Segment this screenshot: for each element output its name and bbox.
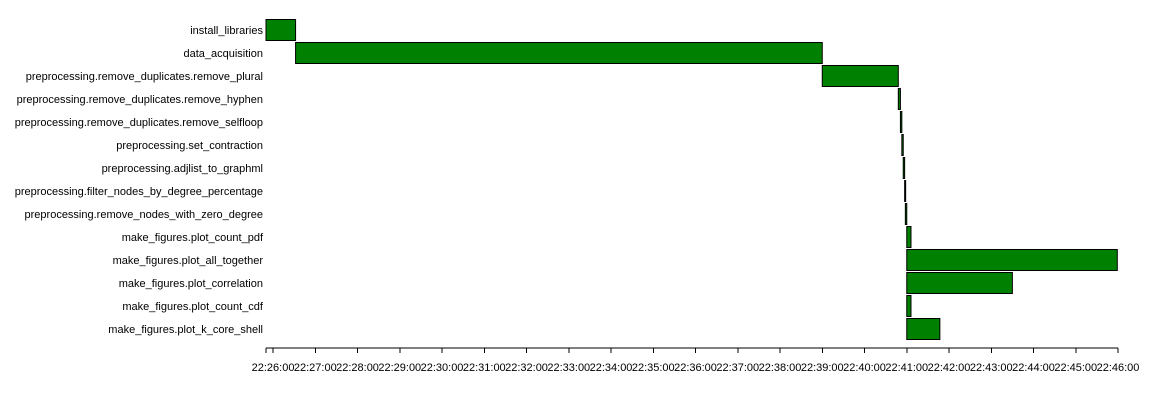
task-label: preprocessing.adjlist_to_graphml xyxy=(102,163,263,175)
task-bar xyxy=(906,272,1013,294)
x-axis-tick-label: 22:37:00 xyxy=(716,362,759,374)
x-axis-tick-label: 22:38:00 xyxy=(759,362,802,374)
task-label: preprocessing.remove_duplicates.remove_h… xyxy=(17,94,263,106)
x-axis-tick-label: 22:43:00 xyxy=(970,362,1013,374)
task-label: preprocessing.filter_nodes_by_degree_per… xyxy=(15,186,263,198)
x-axis-tick-label: 22:27:00 xyxy=(294,362,337,374)
x-axis-tick-label: 22:33:00 xyxy=(547,362,590,374)
x-axis-tick-label: 22:29:00 xyxy=(378,362,421,374)
x-axis-tick-label: 22:32:00 xyxy=(505,362,548,374)
x-axis-tick-label: 22:28:00 xyxy=(336,362,379,374)
x-axis: 22:26:00 22:27:00 22:28:00 22:29:00 22:30:00… xyxy=(252,347,1140,374)
x-axis-tick-label: 22:31:00 xyxy=(463,362,506,374)
task-bars xyxy=(265,19,1118,340)
task-bar xyxy=(906,249,1118,271)
x-axis-tick-label: 22:45:00 xyxy=(1054,362,1097,374)
task-bar xyxy=(295,42,823,64)
task-label: preprocessing.remove_duplicates.remove_s… xyxy=(15,117,263,129)
task-bar xyxy=(265,19,297,41)
task-bar xyxy=(904,180,907,202)
task-bar xyxy=(904,203,908,225)
task-bar xyxy=(897,88,901,110)
task-label: make_figures.plot_correlation xyxy=(119,278,263,290)
task-bar xyxy=(821,65,899,87)
task-bar xyxy=(901,134,904,156)
task-label: preprocessing.set_contraction xyxy=(116,140,263,152)
task-label: make_figures.plot_count_cdf xyxy=(122,301,264,313)
task-label: data_acquisition xyxy=(183,48,263,60)
task-label: preprocessing.remove_nodes_with_zero_deg… xyxy=(25,209,263,221)
x-axis-tick-label: 22:30:00 xyxy=(421,362,464,374)
x-axis-tick-label: 22:39:00 xyxy=(801,362,844,374)
x-axis-tick-label: 22:26:00 xyxy=(252,362,295,374)
task-label: make_figures.plot_all_together xyxy=(113,255,264,267)
x-axis-tick-label: 22:36:00 xyxy=(674,362,717,374)
x-axis-tick-label: 22:46:00 xyxy=(1097,362,1140,374)
task-bar xyxy=(899,111,903,133)
task-label: preprocessing.remove_duplicates.remove_p… xyxy=(26,71,263,83)
task-bar xyxy=(906,226,912,248)
task-labels: install_libraries data_acquisitionpreproc… xyxy=(15,25,264,336)
x-axis-tick-label: 22:40:00 xyxy=(843,362,886,374)
x-axis-tick-label: 22:41:00 xyxy=(885,362,928,374)
task-bar xyxy=(906,295,912,317)
task-bar xyxy=(906,318,941,340)
x-axis-tick-label: 22:35:00 xyxy=(632,362,675,374)
task-label: make_figures.plot_k_core_shell xyxy=(108,324,263,336)
x-axis-tick-label: 22:44:00 xyxy=(1012,362,1055,374)
task-label: install_libraries xyxy=(190,25,263,37)
task-bar xyxy=(902,157,906,179)
task-label: make_figures.plot_count_pdf xyxy=(122,232,264,244)
x-axis-tick-label: 22:42:00 xyxy=(928,362,971,374)
gantt-chart: install_libraries data_acquisitionpreproc… xyxy=(15,19,1140,374)
x-axis-tick-label: 22:34:00 xyxy=(590,362,633,374)
